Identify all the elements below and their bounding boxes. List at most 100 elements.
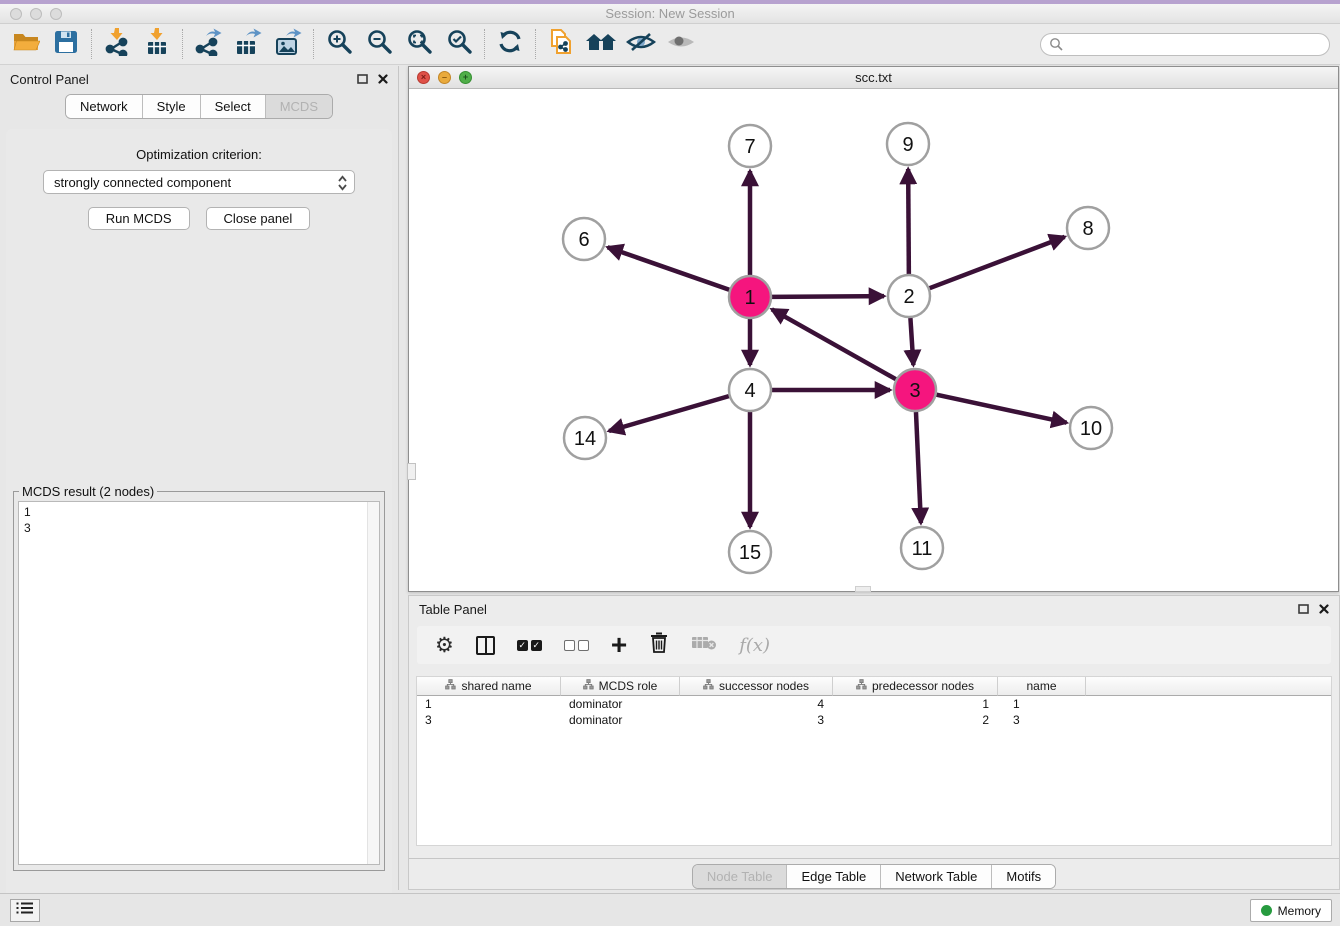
cell-name[interactable]: 3 bbox=[998, 712, 1086, 728]
float-panel-icon[interactable] bbox=[1298, 602, 1309, 617]
export-table-button[interactable] bbox=[228, 26, 268, 62]
graph-node-label-4: 4 bbox=[744, 380, 755, 402]
close-panel-icon[interactable] bbox=[1319, 602, 1329, 617]
memory-status-icon bbox=[1261, 905, 1272, 916]
show-columns-button[interactable] bbox=[476, 636, 495, 655]
task-history-button[interactable] bbox=[10, 899, 40, 922]
tab-node-table[interactable]: Node Table bbox=[693, 865, 788, 888]
resize-grip[interactable] bbox=[855, 586, 871, 592]
import-table-button[interactable] bbox=[137, 26, 177, 62]
tab-select[interactable]: Select bbox=[201, 95, 266, 118]
memory-button[interactable]: Memory bbox=[1250, 899, 1332, 922]
tab-motifs[interactable]: Motifs bbox=[992, 865, 1055, 888]
mcds-result-fieldset: MCDS result (2 nodes) 1 3 bbox=[13, 491, 385, 871]
search-icon bbox=[1049, 37, 1064, 57]
import-table-icon bbox=[144, 28, 170, 61]
mcds-result-box: 1 3 bbox=[18, 501, 380, 865]
splitter-grip[interactable] bbox=[407, 463, 416, 480]
open-session-button[interactable] bbox=[6, 26, 46, 62]
cell-mcds-role[interactable]: dominator bbox=[561, 696, 680, 712]
result-scrollbar[interactable] bbox=[367, 502, 379, 864]
node-table: shared name MCDS role successor nodes pr… bbox=[416, 676, 1332, 846]
save-session-button[interactable] bbox=[46, 26, 86, 62]
graph-edge-1-2[interactable] bbox=[772, 296, 884, 297]
network-canvas[interactable]: 7968124310141511 bbox=[409, 89, 1338, 591]
toolbar-separator bbox=[484, 29, 485, 59]
refresh-icon bbox=[497, 28, 524, 60]
show-all-networks-button[interactable] bbox=[581, 26, 621, 62]
cell-predecessor-nodes[interactable]: 2 bbox=[833, 712, 998, 728]
graph-edge-1-6[interactable] bbox=[608, 247, 730, 289]
main-toolbar bbox=[0, 24, 1340, 65]
cell-mcds-role[interactable]: dominator bbox=[561, 712, 680, 728]
run-mcds-button[interactable]: Run MCDS bbox=[88, 207, 190, 230]
float-panel-icon[interactable] bbox=[357, 72, 368, 87]
cell-shared-name[interactable]: 1 bbox=[417, 696, 561, 712]
cell-predecessor-nodes[interactable]: 1 bbox=[833, 696, 998, 712]
app-titlebar[interactable]: Session: New Session bbox=[0, 4, 1340, 24]
tab-style[interactable]: Style bbox=[143, 95, 201, 118]
table-row[interactable]: 3 dominator 3 2 3 bbox=[417, 712, 1331, 728]
graph-edge-2-9[interactable] bbox=[908, 169, 909, 274]
import-network-button[interactable] bbox=[97, 26, 137, 62]
zoom-selected-button[interactable] bbox=[439, 26, 479, 62]
graph-edge-3-1[interactable] bbox=[772, 309, 896, 379]
zoom-out-button[interactable] bbox=[359, 26, 399, 62]
graph-node-label-7: 7 bbox=[744, 136, 755, 158]
graph-edge-3-11[interactable] bbox=[916, 412, 921, 523]
graph-node-label-11: 11 bbox=[912, 538, 933, 560]
tab-network[interactable]: Network bbox=[66, 95, 143, 118]
tab-edge-table[interactable]: Edge Table bbox=[787, 865, 881, 888]
tab-network-table[interactable]: Network Table bbox=[881, 865, 992, 888]
add-column-button[interactable]: + bbox=[611, 635, 627, 655]
column-header-name[interactable]: name bbox=[998, 677, 1086, 696]
cell-successor-nodes[interactable]: 3 bbox=[680, 712, 833, 728]
clone-network-button[interactable] bbox=[541, 26, 581, 62]
zoom-fit-icon bbox=[406, 28, 433, 60]
cell-successor-nodes[interactable]: 4 bbox=[680, 696, 833, 712]
export-image-button[interactable] bbox=[268, 26, 308, 62]
column-header-filler bbox=[1086, 677, 1331, 696]
criterion-dropdown[interactable]: strongly connected component bbox=[43, 170, 355, 194]
open-folder-icon bbox=[12, 29, 40, 60]
select-all-columns-button[interactable]: ✓✓ bbox=[517, 640, 542, 651]
clone-network-icon bbox=[548, 28, 574, 61]
column-header-successor-nodes[interactable]: successor nodes bbox=[680, 677, 833, 696]
table-panel: Table Panel ⚙ ✓✓ + f(x) bbox=[408, 595, 1340, 890]
delete-column-button[interactable] bbox=[649, 631, 669, 659]
cell-shared-name[interactable]: 3 bbox=[417, 712, 561, 728]
table-settings-button[interactable]: ⚙ bbox=[435, 633, 454, 657]
graph-edge-3-10[interactable] bbox=[937, 395, 1067, 423]
graph-node-label-10: 10 bbox=[1080, 418, 1102, 440]
trash-icon bbox=[649, 631, 669, 659]
close-panel-icon[interactable] bbox=[378, 72, 388, 87]
close-panel-button[interactable]: Close panel bbox=[206, 207, 311, 230]
column-header-mcds-role[interactable]: MCDS role bbox=[561, 677, 680, 696]
graph-edge-2-3[interactable] bbox=[910, 318, 913, 365]
zoom-fit-button[interactable] bbox=[399, 26, 439, 62]
zoom-out-icon bbox=[366, 28, 393, 60]
tab-mcds[interactable]: MCDS bbox=[266, 95, 332, 118]
hide-selection-button[interactable] bbox=[621, 26, 661, 62]
memory-label: Memory bbox=[1278, 904, 1321, 918]
search-input[interactable] bbox=[1040, 33, 1330, 56]
graph-edge-4-14[interactable] bbox=[609, 396, 729, 431]
cell-name[interactable]: 1 bbox=[998, 696, 1086, 712]
show-selection-button bbox=[661, 26, 701, 62]
criterion-value: strongly connected component bbox=[54, 175, 231, 190]
column-header-predecessor-nodes[interactable]: predecessor nodes bbox=[833, 677, 998, 696]
table-row[interactable]: 1 dominator 4 1 1 bbox=[417, 696, 1331, 712]
graph-node-label-1: 1 bbox=[744, 287, 755, 309]
hierarchy-icon bbox=[856, 679, 867, 693]
network-window-titlebar[interactable]: × – + scc.txt bbox=[409, 67, 1338, 89]
zoom-in-button[interactable] bbox=[319, 26, 359, 62]
export-network-button[interactable] bbox=[188, 26, 228, 62]
graph-edge-2-8[interactable] bbox=[930, 237, 1065, 288]
panel-divider bbox=[409, 858, 1339, 859]
deselect-all-columns-button[interactable] bbox=[564, 640, 589, 651]
column-header-shared-name[interactable]: shared name bbox=[417, 677, 561, 696]
hierarchy-icon bbox=[445, 679, 456, 693]
homes-icon bbox=[585, 30, 617, 59]
control-panel-title: Control Panel bbox=[10, 72, 89, 87]
refresh-view-button[interactable] bbox=[490, 26, 530, 62]
